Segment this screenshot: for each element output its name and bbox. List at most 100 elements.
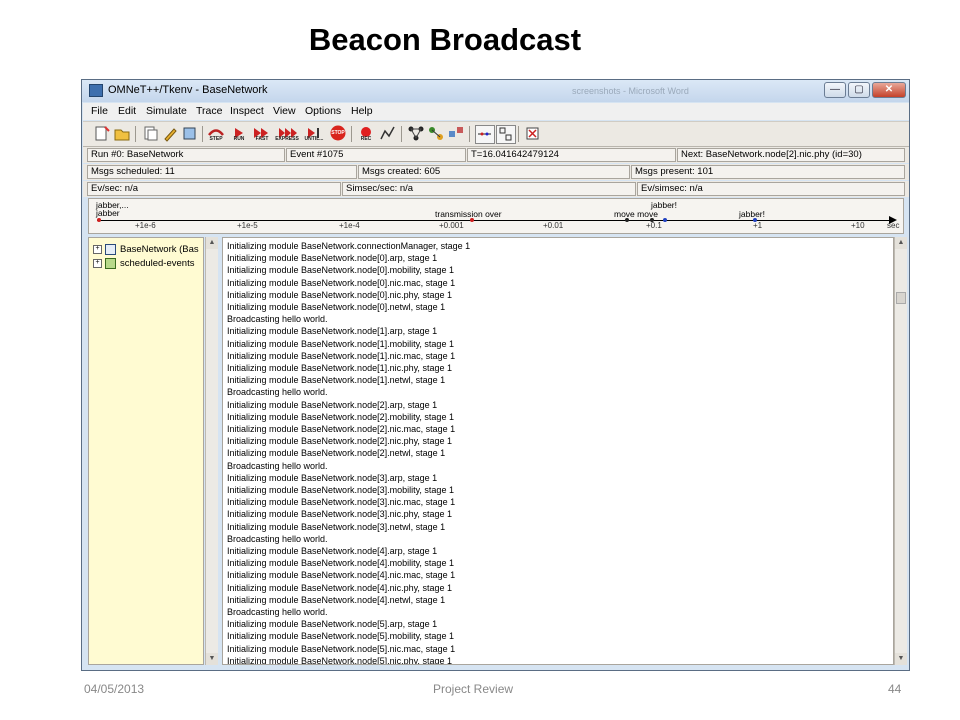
log-line: Initializing module BaseNetwork.node[5].…	[227, 655, 452, 665]
log-line: Initializing module BaseNetwork.node[4].…	[227, 594, 446, 605]
timeline-tick: +1	[753, 221, 763, 230]
simsec-per-sec: Simsec/sec: n/a	[342, 182, 636, 196]
expand-icon[interactable]: +	[93, 245, 102, 254]
object-tree: + BaseNetwork (Bas + scheduled-events	[88, 237, 204, 665]
graph-icon[interactable]	[379, 125, 397, 142]
network-icon[interactable]	[407, 125, 425, 142]
timeline-axis	[97, 220, 892, 221]
scroll-down-icon[interactable]: ▼	[206, 653, 218, 665]
menu-edit[interactable]: Edit	[118, 105, 136, 117]
timeline-tick: +0.1	[646, 221, 662, 230]
module-tree-icon[interactable]	[427, 125, 445, 142]
log-line: Initializing module BaseNetwork.node[3].…	[227, 485, 454, 495]
run-button[interactable]: RUN	[230, 125, 248, 142]
fast-button[interactable]: FAST	[253, 125, 271, 142]
tree-scrollbar[interactable]: ▲ ▼	[205, 237, 218, 665]
toolbar-separator	[351, 126, 352, 142]
express-label: EXPRESS	[275, 136, 299, 142]
menu-trace[interactable]: Trace	[196, 105, 222, 117]
record-button[interactable]: REC	[357, 125, 375, 142]
until-button[interactable]: UNTIL...	[305, 125, 323, 142]
menu-view[interactable]: View	[273, 105, 296, 117]
toolbar: STEP RUN FAST EXPRESS UNTIL... STOP REC	[83, 121, 909, 147]
step-button[interactable]: STEP	[207, 125, 225, 142]
event-marker[interactable]	[625, 218, 629, 222]
menu-inspect[interactable]: Inspect	[230, 105, 264, 117]
window-title: OMNeT++/Tkenv - BaseNetwork	[108, 84, 268, 96]
event-marker[interactable]	[470, 218, 474, 222]
log-line: Broadcasting hello world.	[227, 607, 328, 617]
timeline-tick: +0.001	[439, 221, 464, 230]
copy-icon[interactable]	[141, 125, 159, 142]
log-line: Initializing module BaseNetwork.node[1].…	[227, 338, 454, 349]
status-row-1: Run #0: BaseNetwork Event #1075 T=16.041…	[83, 147, 909, 163]
log-output[interactable]: Initializing module BaseNetwork.connecti…	[222, 237, 894, 665]
timeline-tick: +0.01	[543, 221, 564, 230]
log-line: Initializing module BaseNetwork.node[1].…	[227, 375, 446, 386]
event-timeline[interactable]: jabber,... jabber transmission over move…	[88, 198, 904, 234]
log-line: Initializing module BaseNetwork.node[1].…	[227, 363, 452, 373]
fast-label: FAST	[255, 136, 269, 142]
toolbar-separator	[469, 126, 470, 142]
new-run-icon[interactable]	[93, 125, 111, 142]
layout-toggle-icon[interactable]	[496, 125, 516, 144]
event-info: Event #1075	[286, 148, 466, 162]
scroll-up-icon[interactable]: ▲	[895, 237, 907, 249]
maximize-button[interactable]: ▢	[848, 82, 870, 98]
log-line: Initializing module BaseNetwork.node[3].…	[227, 472, 438, 483]
express-button[interactable]: EXPRESS	[275, 125, 299, 142]
events-per-sec: Ev/sec: n/a	[87, 182, 341, 196]
stop-button[interactable]: STOP	[329, 125, 347, 142]
scroll-thumb[interactable]	[896, 292, 906, 304]
log-line: Initializing module BaseNetwork.node[3].…	[227, 497, 456, 508]
objects-icon[interactable]	[447, 125, 465, 142]
menu-file[interactable]: File	[91, 105, 108, 117]
log-line: Initializing module BaseNetwork.node[2].…	[227, 436, 452, 447]
log-line: Initializing module BaseNetwork.node[0].…	[227, 253, 438, 264]
run-info: Run #0: BaseNetwork	[87, 148, 285, 162]
log-line: Initializing module BaseNetwork.node[4].…	[227, 558, 454, 569]
edit-pencil-icon[interactable]	[161, 125, 179, 142]
timeline-tick: +10	[851, 221, 865, 230]
expand-icon[interactable]: +	[93, 259, 102, 268]
timeline-toggle-icon[interactable]	[475, 125, 495, 144]
minimize-button[interactable]: —	[824, 82, 846, 98]
scroll-down-icon[interactable]: ▼	[895, 653, 907, 665]
scroll-up-icon[interactable]: ▲	[206, 237, 218, 249]
until-label: UNTIL...	[304, 136, 324, 142]
msgs-present: Msgs present: 101	[631, 165, 905, 179]
network-module-icon	[105, 244, 116, 255]
tree-item-basenetwork[interactable]: + BaseNetwork (Bas	[93, 244, 199, 255]
log-line: Broadcasting hello world.	[227, 460, 328, 471]
timeline-label-jabber-2: jabber!	[651, 200, 677, 210]
find-icon[interactable]	[181, 125, 199, 142]
tree-item-scheduled-events[interactable]: + scheduled-events	[93, 258, 194, 269]
menu-bar: File Edit Simulate Trace Inspect View Op…	[83, 103, 909, 120]
toolbar-separator	[518, 126, 519, 142]
open-file-icon[interactable]	[113, 125, 131, 142]
log-line: Initializing module BaseNetwork.node[1].…	[227, 350, 456, 361]
menu-help[interactable]: Help	[351, 105, 373, 117]
timeline-label-transmission: transmission over	[435, 209, 502, 219]
menu-simulate[interactable]: Simulate	[146, 105, 187, 117]
window-titlebar[interactable]: OMNeT++/Tkenv - BaseNetwork screenshots …	[82, 80, 909, 102]
log-line: Initializing module BaseNetwork.node[5].…	[227, 631, 454, 642]
footer-date: 04/05/2013	[84, 682, 145, 696]
toolbar-separator	[135, 126, 136, 142]
stop-inspect-icon[interactable]	[524, 125, 542, 142]
close-button[interactable]: ✕	[872, 82, 906, 98]
log-line: Initializing module BaseNetwork.node[3].…	[227, 509, 452, 520]
log-scrollbar[interactable]: ▲ ▼	[894, 237, 907, 665]
menu-options[interactable]: Options	[305, 105, 341, 117]
log-line: Initializing module BaseNetwork.node[1].…	[227, 326, 438, 337]
stop-label: STOP	[331, 130, 345, 136]
rec-label: REC	[360, 136, 372, 142]
event-marker[interactable]	[663, 218, 667, 222]
timeline-label-jabber-3: jabber!	[739, 209, 765, 219]
msgs-created: Msgs created: 605	[358, 165, 630, 179]
log-line: Broadcasting hello world.	[227, 314, 328, 325]
event-marker[interactable]	[97, 218, 101, 222]
log-line: Initializing module BaseNetwork.node[2].…	[227, 424, 456, 434]
log-line: Initializing module BaseNetwork.node[4].…	[227, 546, 438, 556]
timeline-tick: +1e-4	[339, 221, 360, 230]
